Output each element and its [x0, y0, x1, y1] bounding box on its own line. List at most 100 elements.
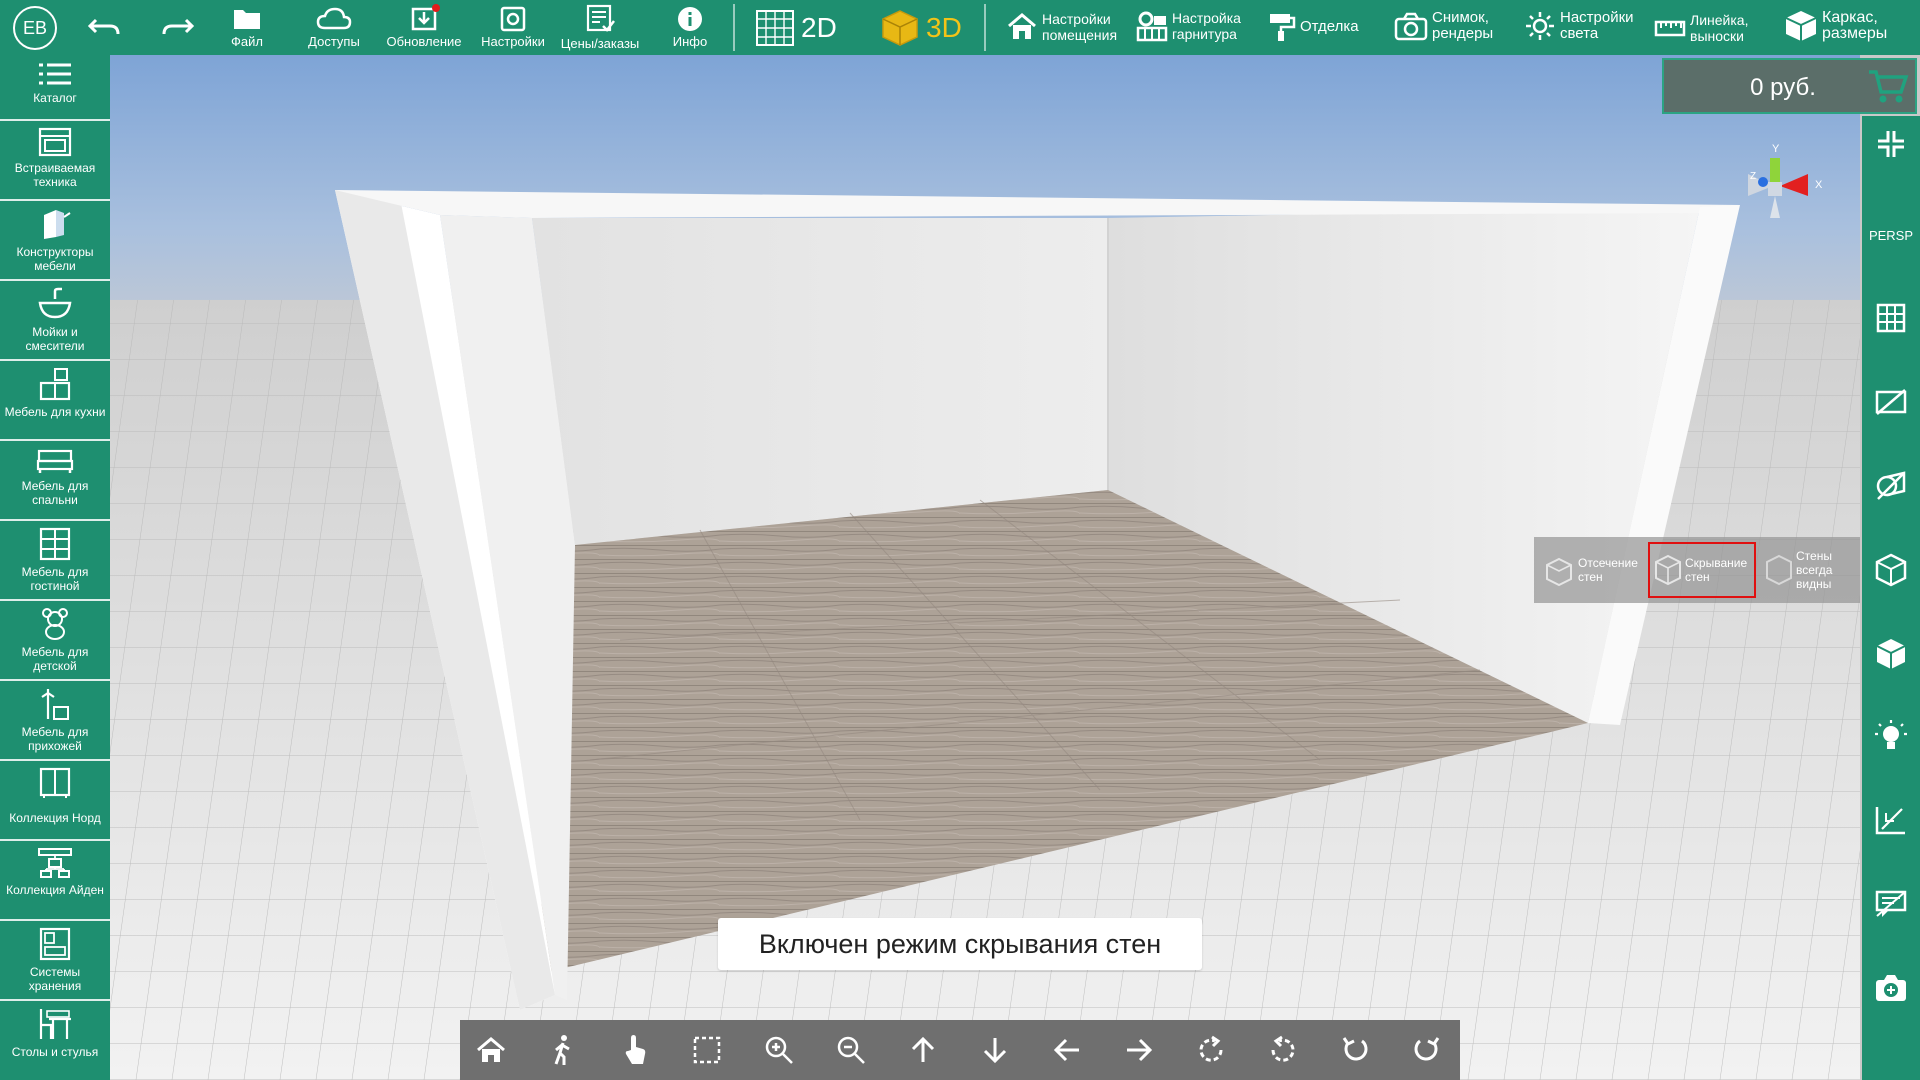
rotate-left-icon: [1342, 1037, 1368, 1061]
wall-mode-always-visible-option[interactable]: Стены всегда видны: [1762, 537, 1860, 603]
light-toggle-button[interactable]: [1862, 714, 1920, 758]
arrow-right-icon: [1127, 1038, 1153, 1062]
update-button[interactable]: Обновление: [383, 4, 465, 49]
price-value: 0 руб.: [1750, 74, 1816, 101]
texture-toggle-button[interactable]: [1862, 466, 1920, 506]
touch-select-button[interactable]: [615, 1030, 655, 1070]
price-cart-box[interactable]: 0 руб.: [1662, 58, 1917, 114]
tilt-up-button[interactable]: [1335, 1030, 1375, 1070]
zoom-out-button[interactable]: [831, 1030, 871, 1070]
home-icon: [477, 1037, 505, 1062]
sidebar-item-label: Мебель для кухни: [4, 405, 106, 419]
toolbar-divider: [984, 4, 986, 51]
solid-cube-icon: [1876, 639, 1906, 669]
file-label: Файл: [231, 34, 263, 49]
lightbulb-icon: [1875, 720, 1907, 749]
perspective-label: PERSP: [1868, 227, 1914, 243]
arrow-left-icon: [1053, 1038, 1079, 1062]
sidebar-item-label: Мойки и смесители: [25, 325, 85, 353]
status-toast: Включен режим скрывания стен: [718, 918, 1202, 970]
sidebar-item-aiden[interactable]: Коллекция Айден: [0, 841, 110, 921]
mode-3d-button[interactable]: 3D: [880, 9, 962, 47]
sidebar-item-storage[interactable]: Системы хранения: [0, 921, 110, 1001]
frame-label-1: Каркас,: [1822, 9, 1878, 26]
catalog-sidebar: Каталог Встраиваемая техника Конструктор…: [0, 55, 110, 1080]
wall-mode-hide-option[interactable]: Скрывание стен: [1648, 542, 1756, 598]
sidebar-item-built-in[interactable]: Встраиваемая техника: [0, 121, 110, 201]
user-avatar[interactable]: ЕВ: [13, 6, 57, 50]
move-right-button[interactable]: [1119, 1030, 1159, 1070]
bed-icon: [36, 449, 74, 473]
light-settings-button[interactable]: Настройки света: [1524, 10, 1634, 42]
orbit-right-button[interactable]: [1191, 1030, 1231, 1070]
grid-toggle-button[interactable]: [1862, 298, 1920, 338]
move-down-button[interactable]: [975, 1030, 1015, 1070]
sidebar-item-sinks[interactable]: Мойки и смесители: [0, 281, 110, 361]
move-up-button[interactable]: [903, 1030, 943, 1070]
gizmo-z-label: Z: [1750, 171, 1756, 182]
snapshot-button[interactable]: Снимок, рендеры: [1394, 10, 1493, 42]
settings-button[interactable]: Настройки: [475, 6, 551, 49]
list-icon: [39, 63, 71, 85]
hide-wall-button[interactable]: [1862, 382, 1920, 422]
rotate-right-icon: [1414, 1037, 1440, 1061]
room-settings-button[interactable]: Настройки помещения: [1006, 11, 1117, 43]
shelf-icon: [39, 527, 71, 561]
wall-hidden-icon: [1875, 389, 1907, 415]
sidebar-item-kitchen[interactable]: Мебель для кухни: [0, 361, 110, 441]
collapse-button[interactable]: [1862, 124, 1920, 164]
folder-icon: [234, 10, 260, 29]
box-select-button[interactable]: [687, 1030, 727, 1070]
sidebar-item-tables[interactable]: Столы и стулья: [0, 1001, 110, 1080]
rotate-cw-icon: [1199, 1035, 1223, 1062]
info-button[interactable]: Инфо: [664, 6, 716, 49]
wall-clip-icon: [1546, 557, 1572, 587]
wall-mode-clip-option[interactable]: Отсечение стен: [1534, 537, 1646, 603]
axis-gizmo[interactable]: Y X Z: [1718, 138, 1838, 258]
wall-mode-button[interactable]: [1862, 548, 1920, 592]
sidebar-item-living-room[interactable]: Мебель для гостиной: [0, 521, 110, 601]
headset-settings-label-1: Настройка: [1172, 10, 1241, 26]
undo-button[interactable]: [88, 14, 122, 40]
redo-button[interactable]: [160, 14, 194, 40]
home-icon: [1008, 13, 1036, 39]
frame-label-2: размеры: [1822, 25, 1888, 42]
sidebar-item-nord[interactable]: Коллекция Норд: [0, 761, 110, 841]
zoom-in-button[interactable]: [759, 1030, 799, 1070]
access-button[interactable]: Доступы: [302, 6, 366, 49]
undo-icon: [88, 18, 120, 35]
prices-button[interactable]: Цены/заказы: [553, 4, 647, 51]
finish-button[interactable]: Отделка: [1268, 12, 1359, 42]
rotate-ccw-icon: [1271, 1035, 1295, 1062]
move-left-button[interactable]: [1047, 1030, 1087, 1070]
frame-dimensions-button[interactable]: Каркас, размеры: [1784, 9, 1887, 43]
cube-3d-icon: [882, 10, 918, 46]
screenshot-button[interactable]: [1862, 966, 1920, 1010]
perspective-toggle[interactable]: PERSP: [1862, 220, 1920, 250]
comments-toggle-button[interactable]: [1862, 882, 1920, 926]
orbit-left-button[interactable]: [1263, 1030, 1303, 1070]
mode-2d-button[interactable]: 2D: [755, 9, 837, 47]
file-button[interactable]: Файл: [222, 6, 272, 49]
sidebar-item-label: Мебель для прихожей: [21, 725, 89, 753]
info-icon: [678, 7, 702, 31]
box-frame-icon: [1785, 11, 1817, 41]
home-view-button[interactable]: [471, 1030, 511, 1070]
walk-mode-button[interactable]: [543, 1030, 583, 1070]
snapshot-label-2: рендеры: [1432, 25, 1494, 42]
sidebar-item-label: Встраиваемая техника: [14, 161, 96, 189]
sidebar-item-label: Мебель для спальни: [21, 479, 89, 507]
ruler-button[interactable]: Линейка, выноски: [1654, 12, 1748, 44]
solid-view-button[interactable]: [1862, 632, 1920, 676]
hand-pointer-icon: [625, 1035, 646, 1064]
tilt-down-button[interactable]: [1407, 1030, 1447, 1070]
sidebar-item-catalog[interactable]: Каталог: [0, 55, 110, 121]
dimensions-toggle-button[interactable]: [1862, 798, 1920, 842]
headset-settings-button[interactable]: Настройка гарнитура: [1136, 10, 1241, 42]
sidebar-item-hallway[interactable]: Мебель для прихожей: [0, 681, 110, 761]
sidebar-item-constructors[interactable]: Конструкторы мебели: [0, 201, 110, 281]
ruler-label-2: выноски: [1690, 28, 1744, 44]
sidebar-item-kids-room[interactable]: Мебель для детской: [0, 601, 110, 681]
sidebar-item-label: Коллекция Айден: [6, 883, 104, 897]
sidebar-item-bedroom[interactable]: Мебель для спальни: [0, 441, 110, 521]
